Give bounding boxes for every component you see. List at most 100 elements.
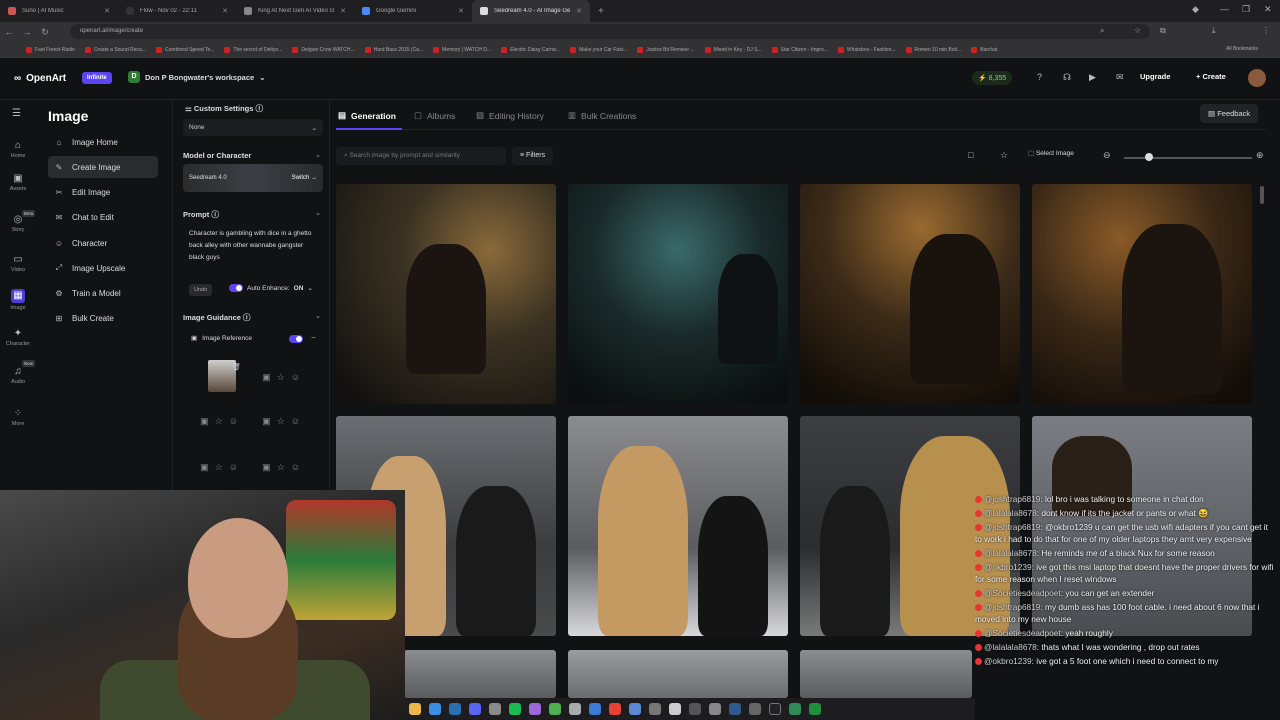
discord-icon[interactable]: ☊ bbox=[1063, 72, 1071, 83]
close-tab-icon[interactable]: ✕ bbox=[104, 7, 110, 15]
rail-image[interactable]: ▦ Image bbox=[0, 289, 36, 311]
tab-editing-history[interactable]: ▧ Editing History bbox=[476, 110, 544, 121]
undo-button[interactable]: Undo bbox=[189, 284, 213, 296]
generated-image[interactable] bbox=[336, 184, 556, 404]
scrollbar[interactable] bbox=[1260, 186, 1264, 204]
app-icon[interactable] bbox=[709, 703, 721, 715]
create-button[interactable]: + Create bbox=[1196, 72, 1226, 81]
app-icon[interactable] bbox=[809, 703, 821, 715]
filters-button[interactable]: ≡ Filters bbox=[512, 147, 554, 165]
app-icon[interactable] bbox=[749, 703, 761, 715]
menu-edit-image[interactable]: ✂ Edit Image bbox=[48, 181, 158, 203]
browser-menu-icon[interactable]: ⋮ bbox=[1262, 26, 1270, 35]
chevron-down-icon[interactable]: ⌄ bbox=[315, 209, 321, 217]
zoom-in-icon[interactable]: ⊕ bbox=[1256, 150, 1264, 161]
bookmark[interactable]: Hard Bass 2015 (Ca... bbox=[364, 47, 423, 53]
rail-home[interactable]: ⌂ Home bbox=[0, 140, 36, 159]
zoom-slider-handle[interactable] bbox=[1145, 153, 1153, 161]
back-icon[interactable]: ← bbox=[0, 27, 18, 37]
credits-badge[interactable]: ⚡ 8,355 bbox=[972, 71, 1013, 85]
collapse-icon[interactable]: − bbox=[311, 333, 316, 342]
menu-create-image[interactable]: ✎ Create Image bbox=[48, 156, 158, 178]
app-icon[interactable] bbox=[789, 703, 801, 715]
chrome-icon[interactable] bbox=[609, 703, 621, 715]
avatar[interactable] bbox=[1248, 69, 1266, 87]
bookmark[interactable]: Barchat bbox=[971, 47, 997, 53]
search-input[interactable]: ⌕ Search image by prompt and similarity bbox=[336, 147, 506, 165]
auto-enhance-toggle[interactable]: Auto Enhance: ON ⌄ bbox=[229, 284, 313, 292]
image-reference-toggle[interactable] bbox=[289, 335, 303, 343]
extensions-icon[interactable]: ⧉ bbox=[1160, 26, 1166, 36]
forward-icon[interactable]: → bbox=[18, 27, 36, 37]
trash-icon[interactable]: 🗑 bbox=[232, 363, 241, 371]
tab-albums[interactable]: ▢ Albums bbox=[414, 110, 455, 121]
bookmark[interactable]: Romeo 10 min Bolt... bbox=[905, 47, 961, 53]
generated-image[interactable] bbox=[800, 650, 972, 698]
spotify-icon[interactable] bbox=[509, 703, 521, 715]
browser-tab[interactable]: Suno | AI Music ✕ bbox=[0, 0, 118, 22]
help-icon[interactable]: ? bbox=[1037, 72, 1042, 82]
address-bar[interactable]: openart.ai/image/create bbox=[70, 24, 1150, 39]
close-window-icon[interactable]: ✕ bbox=[1264, 4, 1272, 15]
bookmark[interactable]: Make your Car Fast... bbox=[570, 47, 627, 53]
tab-generation[interactable]: ▤ Generation bbox=[338, 110, 396, 121]
app-icon[interactable] bbox=[689, 703, 701, 715]
tab-bulk-creations[interactable]: ▥ Bulk Creations bbox=[568, 110, 636, 121]
file-explorer-icon[interactable] bbox=[409, 703, 421, 715]
new-tab-button[interactable]: + bbox=[590, 6, 612, 17]
browser-tab-active[interactable]: Seedream 4.0 - AI Image Gene... ✕ bbox=[472, 0, 590, 22]
upgrade-button[interactable]: Upgrade bbox=[1140, 72, 1170, 81]
preset-select[interactable]: None ⌄ bbox=[183, 119, 323, 136]
steam-icon[interactable] bbox=[449, 703, 461, 715]
gift-icon[interactable]: ✉ bbox=[1116, 72, 1124, 83]
prompt-textarea[interactable]: Character is gambling with dice in a ghe… bbox=[183, 224, 323, 276]
bookmark[interactable]: Fast Forest Radio bbox=[26, 47, 75, 53]
model-card[interactable]: Seedream 4.0 Switch → bbox=[183, 164, 323, 192]
bookmark[interactable]: Justice Bit Remixer ... bbox=[637, 47, 695, 53]
switch-model-button[interactable]: Switch → bbox=[292, 175, 317, 181]
bookmark[interactable]: Combined Speed Te... bbox=[156, 47, 214, 53]
youtube-icon[interactable]: ▶ bbox=[1089, 72, 1096, 83]
rail-audio[interactable]: ♫ Audio bbox=[0, 366, 36, 385]
toggle-switch[interactable] bbox=[229, 284, 243, 292]
reference-slot[interactable]: ▣ ☆ ☺ bbox=[191, 446, 247, 488]
bookmark[interactable]: Delgion Crew WATCH... bbox=[292, 47, 355, 53]
browser-tab[interactable]: Flow - Nov 02 - 22:11 ✕ bbox=[118, 0, 236, 22]
select-image-button[interactable]: ⬚ Select Image bbox=[1028, 149, 1074, 157]
maximize-icon[interactable]: ❐ bbox=[1242, 4, 1250, 15]
minimize-icon[interactable]: — bbox=[1220, 4, 1229, 14]
reference-slot[interactable]: ▣ ☆ ☺ bbox=[253, 356, 309, 398]
openart-logo[interactable]: ∞ OpenArt bbox=[14, 73, 66, 84]
bookmark-star-icon[interactable]: ☆ bbox=[1134, 26, 1141, 35]
rail-video[interactable]: ▭ Video bbox=[0, 254, 36, 273]
app-icon[interactable] bbox=[489, 703, 501, 715]
menu-chat-to-edit[interactable]: ✉ Chat to Edit bbox=[48, 206, 158, 228]
app-icon[interactable] bbox=[569, 703, 581, 715]
chevron-down-icon[interactable]: ⌄ bbox=[315, 312, 321, 320]
generated-image[interactable] bbox=[404, 650, 556, 698]
app-icon[interactable] bbox=[529, 703, 541, 715]
favorite-star-icon[interactable]: ☆ bbox=[1000, 150, 1008, 161]
app-icon[interactable] bbox=[729, 703, 741, 715]
app-icon[interactable] bbox=[629, 703, 641, 715]
zoom-slider[interactable] bbox=[1124, 157, 1252, 159]
generated-image[interactable] bbox=[568, 650, 788, 698]
rail-more[interactable]: ⁘ More bbox=[0, 408, 36, 427]
edge-icon[interactable] bbox=[429, 703, 441, 715]
app-icon[interactable] bbox=[649, 703, 661, 715]
all-bookmarks[interactable]: All Bookmarks bbox=[1226, 46, 1258, 52]
close-tab-icon[interactable]: ✕ bbox=[340, 7, 346, 15]
generated-image[interactable] bbox=[800, 184, 1020, 404]
menu-image-upscale[interactable]: ⤢ Image Upscale bbox=[48, 257, 158, 279]
bookmark[interactable]: Electric Daisy Carniv... bbox=[501, 47, 560, 53]
menu-bulk-create[interactable]: ⊞ Bulk Create bbox=[48, 307, 158, 329]
reference-slot[interactable]: ▣ ☆ ☺ bbox=[253, 400, 309, 442]
reload-icon[interactable]: ↻ bbox=[36, 27, 54, 38]
browser-tab[interactable]: King At Next Gen AI Video G... ✕ bbox=[236, 0, 354, 22]
close-tab-icon[interactable]: ✕ bbox=[576, 7, 582, 15]
generated-image[interactable] bbox=[1032, 184, 1252, 404]
close-tab-icon[interactable]: ✕ bbox=[222, 7, 228, 15]
menu-image-home[interactable]: ⌂ Image Home bbox=[48, 131, 158, 153]
bookmark[interactable]: Create a Sound Reca... bbox=[84, 47, 146, 53]
app-icon[interactable] bbox=[669, 703, 681, 715]
